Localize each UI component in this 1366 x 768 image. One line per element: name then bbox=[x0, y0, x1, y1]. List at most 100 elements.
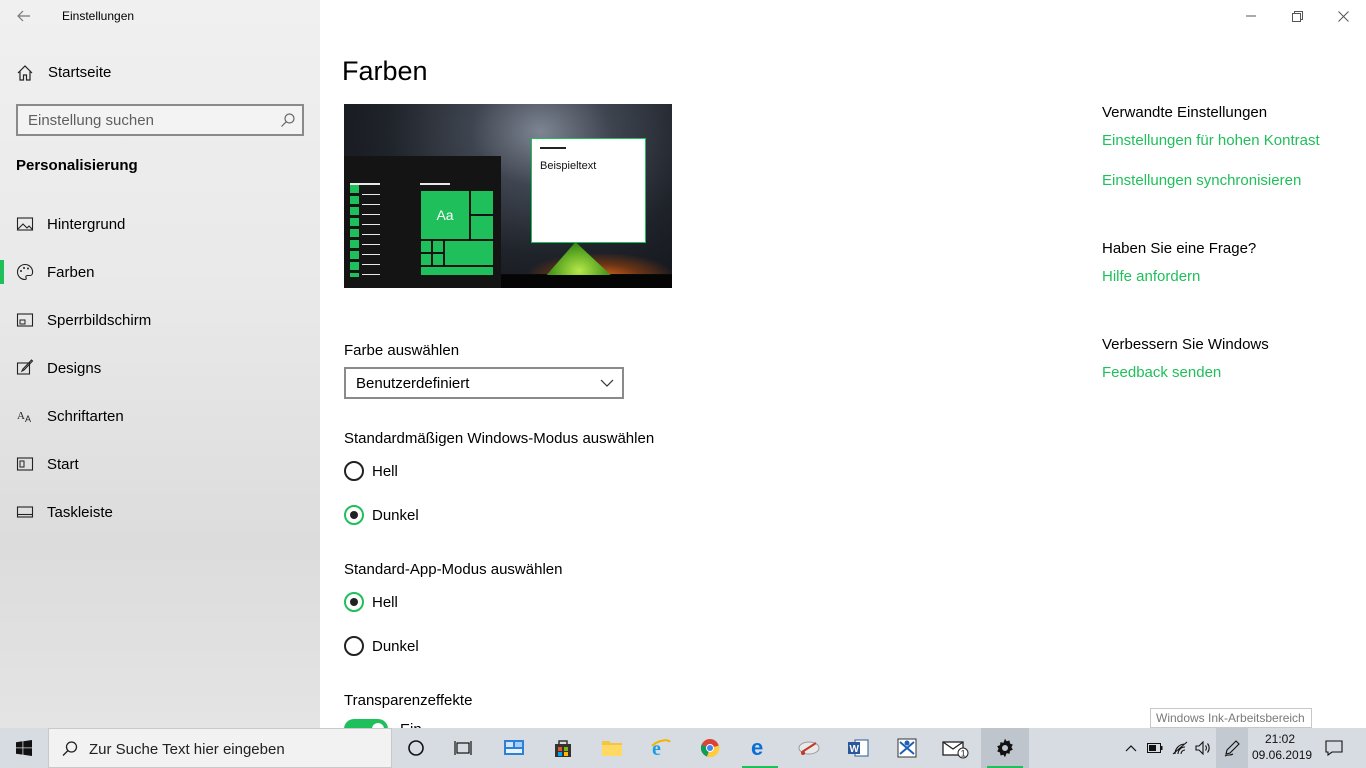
windows-mode-label: Standardmäßigen Windows-Modus auswählen bbox=[344, 430, 655, 447]
app-mode-light-radio[interactable]: Hell bbox=[344, 591, 544, 615]
taskbar-app-control-panel[interactable] bbox=[490, 728, 538, 768]
brush-icon bbox=[16, 359, 34, 375]
windows-mode-dark-radio[interactable]: Dunkel bbox=[344, 504, 544, 528]
close-button[interactable] bbox=[1320, 0, 1366, 32]
snipping-tool-icon bbox=[798, 741, 820, 755]
improve-windows-heading: Verbessern Sie Windows bbox=[1102, 336, 1269, 353]
svg-text:e: e bbox=[751, 738, 763, 758]
page-title: Farben bbox=[342, 56, 428, 86]
action-center-button[interactable] bbox=[1318, 728, 1350, 768]
chrome-icon bbox=[700, 739, 720, 758]
color-select-value: Benutzerdefiniert bbox=[356, 375, 470, 392]
internet-explorer-icon: e bbox=[651, 738, 671, 759]
preview-sample-text: Beispieltext bbox=[540, 160, 597, 172]
taskbar-app-settings[interactable] bbox=[981, 728, 1029, 768]
radio-circle[interactable] bbox=[344, 505, 364, 525]
titlebar: Einstellungen bbox=[0, 0, 320, 32]
wifi-icon bbox=[1172, 741, 1188, 755]
radio-circle[interactable] bbox=[344, 461, 364, 481]
svg-text:W: W bbox=[850, 744, 860, 755]
radio-circle[interactable] bbox=[344, 592, 364, 612]
home-nav-item[interactable]: Startseite bbox=[0, 56, 320, 90]
sidebar-item-schriftarten[interactable]: AA Schriftarten bbox=[0, 392, 320, 440]
preview-tile bbox=[470, 190, 494, 215]
taskbar-app-utility[interactable] bbox=[883, 728, 931, 768]
preview-tile bbox=[420, 266, 494, 276]
taskbar-app-explorer[interactable] bbox=[588, 728, 636, 768]
restore-button[interactable] bbox=[1274, 0, 1320, 32]
show-hidden-icons-button[interactable] bbox=[1120, 728, 1142, 768]
sidebar-item-label: Start bbox=[47, 456, 79, 473]
sidebar-item-taskleiste[interactable]: Taskleiste bbox=[0, 488, 320, 536]
preview-line bbox=[420, 183, 450, 185]
taskbar-app-store[interactable] bbox=[539, 728, 587, 768]
close-icon bbox=[1337, 10, 1349, 22]
start-icon bbox=[16, 457, 34, 471]
taskbar-app-word[interactable]: W bbox=[834, 728, 882, 768]
taskbar-app-chrome[interactable] bbox=[686, 728, 734, 768]
high-contrast-link[interactable]: Einstellungen für hohen Kontrast bbox=[1102, 132, 1320, 149]
color-preview: Aa Beispieltext bbox=[344, 104, 672, 288]
app-mode-dark-radio[interactable]: Dunkel bbox=[344, 635, 544, 659]
transparency-label: Transparenzeffekte bbox=[344, 692, 473, 709]
preview-tile bbox=[432, 240, 444, 253]
clock-date: 09.06.2019 bbox=[1252, 748, 1313, 762]
word-icon: W bbox=[848, 739, 869, 757]
sync-settings-link[interactable]: Einstellungen synchronisieren bbox=[1102, 172, 1301, 189]
sidebar-item-sperrbildschirm[interactable]: Sperrbildschirm bbox=[0, 296, 320, 344]
task-view-button[interactable] bbox=[440, 728, 488, 768]
radio-label: Hell bbox=[372, 463, 398, 480]
mail-badge: 1 bbox=[961, 749, 966, 759]
radio-label: Dunkel bbox=[372, 638, 419, 655]
settings-search-input[interactable] bbox=[18, 106, 268, 134]
sidebar: Einstellungen Startseite Personalisierun… bbox=[0, 0, 320, 728]
store-icon bbox=[555, 740, 571, 757]
sidebar-item-start[interactable]: Start bbox=[0, 440, 320, 488]
feedback-link[interactable]: Feedback senden bbox=[1102, 364, 1221, 381]
sidebar-item-hintergrund[interactable]: Hintergrund bbox=[0, 200, 320, 248]
gear-icon bbox=[997, 738, 1013, 758]
font-icon: AA bbox=[17, 410, 31, 424]
taskbar-app-edge[interactable]: e bbox=[736, 728, 784, 768]
app-icon bbox=[897, 738, 917, 758]
sidebar-item-label: Designs bbox=[47, 360, 102, 377]
edge-icon: e bbox=[751, 738, 763, 758]
battery-tray-button[interactable] bbox=[1144, 728, 1166, 768]
windows-mode-light-radio[interactable]: Hell bbox=[344, 460, 544, 484]
taskbar-clock[interactable]: 21:02 09.06.2019 bbox=[1252, 731, 1313, 763]
sidebar-item-label: Taskleiste bbox=[47, 504, 113, 521]
taskbar-search-box[interactable]: Zur Suche Text hier eingeben bbox=[48, 728, 392, 768]
question-heading: Haben Sie eine Frage? bbox=[1102, 240, 1257, 257]
windows-logo-icon bbox=[16, 740, 32, 756]
home-icon bbox=[17, 65, 33, 81]
chevron-down-icon bbox=[600, 379, 614, 387]
get-help-link[interactable]: Hilfe anfordern bbox=[1102, 268, 1200, 285]
preview-tile bbox=[470, 215, 494, 240]
preview-lines bbox=[362, 184, 380, 276]
radio-circle[interactable] bbox=[344, 636, 364, 656]
taskbar-app-internet-explorer[interactable]: e bbox=[637, 728, 685, 768]
network-tray-button[interactable] bbox=[1168, 728, 1192, 768]
windows-ink-button[interactable] bbox=[1216, 728, 1248, 768]
back-button[interactable] bbox=[10, 4, 38, 28]
sidebar-item-label: Farben bbox=[47, 264, 95, 281]
preview-tile bbox=[444, 240, 494, 266]
taskbar: Zur Suche Text hier eingeben e e W 1 21:… bbox=[0, 728, 1366, 768]
sidebar-item-farben[interactable]: Farben bbox=[0, 248, 320, 296]
taskbar-icon bbox=[16, 506, 34, 518]
settings-search-box[interactable] bbox=[16, 104, 304, 136]
task-view-icon bbox=[454, 741, 472, 755]
preview-rail bbox=[350, 185, 359, 277]
color-select-dropdown[interactable]: Benutzerdefiniert bbox=[344, 367, 624, 399]
cortana-button[interactable] bbox=[392, 728, 440, 768]
sidebar-item-designs[interactable]: Designs bbox=[0, 344, 320, 392]
home-label: Startseite bbox=[48, 64, 112, 81]
minimize-button[interactable] bbox=[1228, 0, 1274, 32]
taskbar-app-mail[interactable]: 1 bbox=[932, 728, 980, 768]
volume-tray-button[interactable] bbox=[1192, 728, 1214, 768]
preview-ground bbox=[501, 275, 672, 288]
search-icon[interactable] bbox=[280, 112, 296, 128]
taskbar-app-snipping[interactable] bbox=[785, 728, 833, 768]
start-button[interactable] bbox=[0, 728, 48, 768]
window-caption-buttons bbox=[1228, 0, 1366, 32]
